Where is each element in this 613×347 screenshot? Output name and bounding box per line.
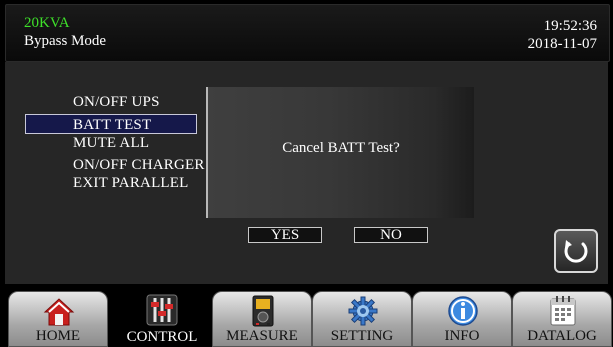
yes-button[interactable]: YES (248, 227, 322, 243)
tab-datalog[interactable]: DATALOG (512, 291, 612, 347)
tab-setting-label: SETTING (330, 328, 394, 344)
status-header: 20KVA Bypass Mode 19:52:36 2018-11-07 (5, 4, 610, 62)
tab-measure-label: MEASURE (226, 328, 298, 344)
time-label: 19:52:36 (543, 18, 597, 34)
info-icon (448, 296, 478, 326)
menu-item-mute-all[interactable]: MUTE ALL (73, 135, 149, 152)
mode-label: Bypass Mode (24, 33, 107, 49)
tab-setting[interactable]: SETTING (312, 291, 412, 347)
refresh-icon (564, 240, 588, 263)
home-icon (43, 298, 75, 326)
tab-home-label: HOME (35, 328, 81, 344)
tab-home[interactable]: HOME (8, 291, 108, 347)
control-panel: ON/OFF UPS BATT TEST MUTE ALL ON/OFF CHA… (5, 62, 608, 284)
calendar-icon (550, 296, 576, 326)
ups-screen: 20KVA Bypass Mode 19:52:36 2018-11-07 ON… (0, 0, 613, 347)
tab-info-label: INFO (444, 328, 480, 344)
menu-item-batt-test[interactable]: BATT TEST (25, 114, 197, 134)
tab-measure[interactable]: MEASURE (212, 291, 312, 347)
confirm-dialog: Cancel BATT Test? (206, 87, 474, 218)
clock: 19:52:36 2018-11-07 (528, 17, 597, 53)
bottom-nav: HOME CONTROL MEASURE SETTING INFO DATALO… (0, 285, 613, 347)
model-label: 20KVA (24, 15, 70, 31)
tab-info[interactable]: INFO (412, 291, 512, 347)
menu-item-onoff-charger[interactable]: ON/OFF CHARGER (73, 157, 205, 174)
meter-icon (252, 295, 274, 327)
gear-icon (348, 296, 378, 326)
menu-item-exit-parallel[interactable]: EXIT PARALLEL (73, 175, 189, 192)
tab-control[interactable]: CONTROL (112, 291, 212, 347)
no-button[interactable]: NO (354, 227, 428, 243)
dialog-message: Cancel BATT Test? (282, 140, 400, 156)
date-label: 2018-11-07 (527, 36, 597, 52)
back-button[interactable] (554, 229, 598, 273)
tab-datalog-label: DATALOG (527, 328, 597, 344)
menu-item-onoff-ups[interactable]: ON/OFF UPS (73, 94, 160, 111)
sliders-icon (146, 294, 178, 326)
tab-control-label: CONTROL (126, 329, 198, 345)
